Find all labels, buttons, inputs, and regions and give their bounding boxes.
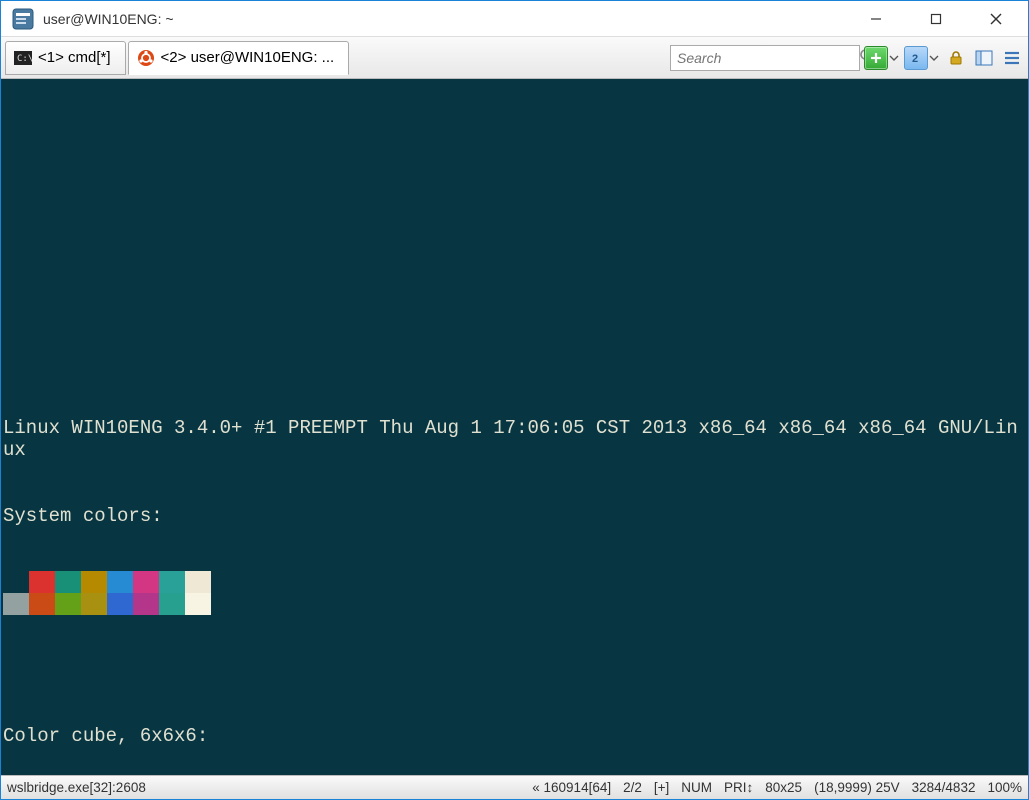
status-process: wslbridge.exe[32]:2608 <box>7 780 146 795</box>
tab-label: <1> cmd[*] <box>38 49 111 66</box>
status-build: « 160914[64] <box>532 780 611 795</box>
status-bar: wslbridge.exe[32]:2608 « 160914[64] 2/2 … <box>1 775 1028 799</box>
status-ins: [+] <box>654 780 669 795</box>
status-mem: 3284/4832 <box>912 780 976 795</box>
new-tab-button[interactable] <box>864 46 888 70</box>
status-size: 80x25 <box>765 780 802 795</box>
menu-icon[interactable] <box>1000 46 1024 70</box>
terminal-area[interactable]: Linux WIN10ENG 3.4.0+ #1 PREEMPT Thu Aug… <box>1 79 1028 775</box>
status-cursor: (18,9999) 25V <box>814 780 900 795</box>
svg-text:2: 2 <box>912 53 918 65</box>
search-input[interactable] <box>677 50 859 66</box>
uname-output: Linux WIN10ENG 3.4.0+ #1 PREEMPT Thu Aug… <box>3 417 1026 461</box>
tab-cmd[interactable]: C:\ <1> cmd[*] <box>5 41 126 75</box>
status-pri: PRI↕ <box>724 780 753 795</box>
status-num: NUM <box>681 780 712 795</box>
window-title: user@WIN10ENG: ~ <box>43 11 846 27</box>
color-cube-label: Color cube, 6x6x6: <box>3 725 1026 747</box>
maximize-button[interactable] <box>906 1 966 37</box>
minimize-button[interactable] <box>846 1 906 37</box>
app-icon <box>11 7 35 31</box>
tab-wsl[interactable]: <2> user@WIN10ENG: ... <box>128 41 350 75</box>
layout-icon[interactable] <box>972 46 996 70</box>
cmd-icon: C:\ <box>14 49 32 67</box>
tab-bar: C:\ <1> cmd[*] <2> user@WIN10ENG: ... 2 <box>1 37 1028 79</box>
status-zoom: 100% <box>987 780 1022 795</box>
new-tab-dropdown[interactable] <box>888 53 900 63</box>
active-process-button[interactable]: 2 <box>904 46 928 70</box>
system-colors-label: System colors: <box>3 505 1026 527</box>
process-dropdown[interactable] <box>928 53 940 63</box>
window-titlebar: user@WIN10ENG: ~ <box>1 1 1028 37</box>
close-button[interactable] <box>966 1 1026 37</box>
status-tabs: 2/2 <box>623 780 642 795</box>
search-box[interactable] <box>670 45 860 71</box>
system-color-swatches <box>3 571 211 615</box>
ubuntu-icon <box>137 49 155 67</box>
svg-text:C:\: C:\ <box>17 54 32 64</box>
lock-icon[interactable] <box>944 46 968 70</box>
terminal-content: Linux WIN10ENG 3.4.0+ #1 PREEMPT Thu Aug… <box>1 123 1028 775</box>
tab-label: <2> user@WIN10ENG: ... <box>161 49 335 66</box>
